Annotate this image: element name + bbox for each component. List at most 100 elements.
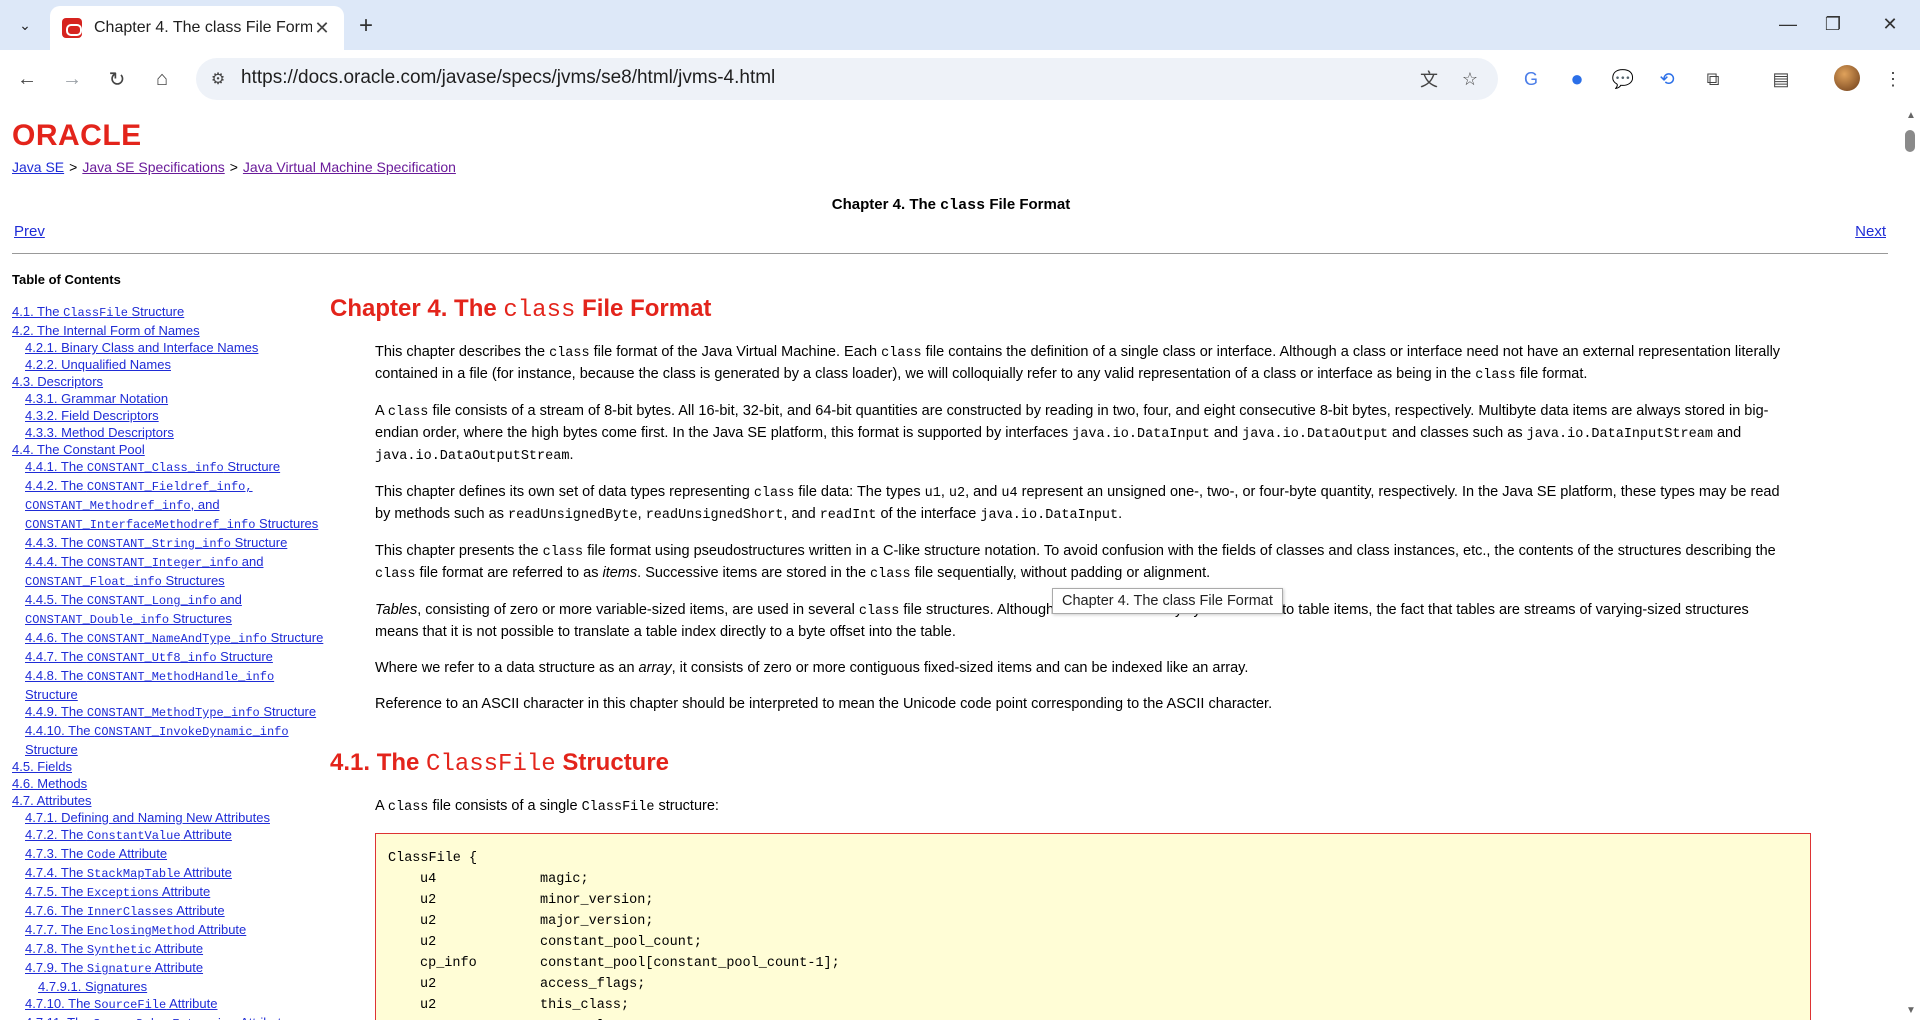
oracle-logo[interactable]: ORACLE xyxy=(12,119,142,153)
toc-link[interactable]: 4.2.2. Unqualified Names xyxy=(12,356,332,373)
toc-link[interactable]: 4.7.2. The ConstantValue Attribute xyxy=(12,826,332,845)
new-tab-button[interactable]: + xyxy=(352,12,380,40)
toc-link[interactable]: CONSTANT_Float_info Structures xyxy=(12,572,332,591)
body-paragraph: A class file consists of a stream of 8-b… xyxy=(375,403,1769,464)
section-paragraph: A class file consists of a single ClassF… xyxy=(375,798,719,815)
bookmark-star-icon[interactable]: ☆ xyxy=(1457,66,1483,92)
classfile-code-block: ClassFile { u4 magic; u2 minor_version; u2 ma… xyxy=(375,833,1811,1020)
chapter-title: Chapter 4. The class File Format xyxy=(330,295,712,324)
code-line: cp_info constant_pool[constant_pool_count… xyxy=(420,956,840,971)
toc-link[interactable]: 4.7.8. The Synthetic Attribute xyxy=(12,940,332,959)
breadcrumb-java-se[interactable]: Java SE xyxy=(12,159,64,175)
toc-link[interactable]: 4.7.7. The EnclosingMethod Attribute xyxy=(12,921,332,940)
toc-link[interactable]: Structure xyxy=(12,741,332,758)
toc-link[interactable]: 4.2. The Internal Form of Names xyxy=(12,322,332,339)
site-info-icon[interactable]: ⚙ xyxy=(206,67,230,91)
scroll-down-icon[interactable]: ▼ xyxy=(1904,1005,1918,1017)
code-line: ClassFile { xyxy=(388,851,478,866)
minimize-button[interactable]: — xyxy=(1766,8,1810,40)
toc-link[interactable]: 4.4.8. The CONSTANT_MethodHandle_info xyxy=(12,667,332,686)
section-title-4-1: 4.1. The ClassFile Structure xyxy=(330,749,670,778)
tab-close-icon[interactable]: ✕ xyxy=(312,18,332,38)
oracle-favicon-icon xyxy=(62,18,82,38)
scrollbar-thumb[interactable] xyxy=(1905,130,1915,152)
main-content: Chapter 4. The class File Format This ch… xyxy=(330,295,1811,1020)
intro-paragraphs: This chapter describes the class file fo… xyxy=(330,342,1800,715)
breadcrumb: Java SE > Java SE Specifications > Java Virt… xyxy=(12,159,456,175)
toc-link[interactable]: 4.7.5. The Exceptions Attribute xyxy=(12,883,332,902)
toc-link[interactable]: 4.4.4. The CONSTANT_Integer_info and xyxy=(12,553,332,572)
toc-link[interactable]: 4.4.3. The CONSTANT_String_info Structur… xyxy=(12,534,332,553)
code-line: u2 constant_pool_count; xyxy=(420,935,703,950)
tab-search-chevron-icon[interactable]: ⌄ xyxy=(8,10,42,40)
toc-link[interactable]: 4.1. The ClassFile Structure xyxy=(12,303,332,322)
tab-strip: ⌄ Chapter 4. The class File Form ✕ + — ❐… xyxy=(0,0,1920,50)
toc-link[interactable]: 4.4.7. The CONSTANT_Utf8_info Structure xyxy=(12,648,332,667)
code-line: u2 minor_version; xyxy=(420,893,654,908)
toc-link[interactable]: 4.3.1. Grammar Notation xyxy=(12,390,332,407)
page-viewport: ORACLE Java SE > Java SE Specifications > Ja… xyxy=(0,105,1902,1020)
reload-icon[interactable]: ↻ xyxy=(100,62,134,96)
code-line: u2 major_version; xyxy=(420,914,654,929)
toc-link[interactable]: CONSTANT_Double_info Structures xyxy=(12,610,332,629)
toc-link[interactable]: 4.7.10. The SourceFile Attribute xyxy=(12,995,332,1014)
toc-link[interactable]: 4.3.3. Method Descriptors xyxy=(12,424,332,441)
extensions-puzzle-icon[interactable]: ⧉ xyxy=(1698,64,1728,94)
body-paragraph: Reference to an ASCII character in this … xyxy=(375,696,1273,712)
toc-link[interactable]: 4.4.9. The CONSTANT_MethodType_info Stru… xyxy=(12,703,332,722)
toc-link[interactable]: 4.7.11. The SourceDebugExtension Attribu… xyxy=(12,1014,332,1020)
breadcrumb-jvm-specification[interactable]: Java Virtual Machine Specification xyxy=(243,159,456,175)
active-tab[interactable]: Chapter 4. The class File Form ✕ xyxy=(50,6,344,50)
share-extension-icon[interactable]: ⟲ xyxy=(1652,64,1682,94)
toc-link[interactable]: Structure xyxy=(12,686,332,703)
toc-link[interactable]: 4.7. Attributes xyxy=(12,792,332,809)
toc-link[interactable]: 4.7.9.1. Signatures xyxy=(12,978,332,995)
back-arrow-icon[interactable]: ← xyxy=(10,62,44,96)
toc-link[interactable]: 4.4.6. The CONSTANT_NameAndType_info Str… xyxy=(12,629,332,648)
code-line: u4 magic; xyxy=(420,872,589,887)
toc-link[interactable]: 4.7.6. The InnerClasses Attribute xyxy=(12,902,332,921)
toc-link[interactable]: 4.4.2. The CONSTANT_Fieldref_info, xyxy=(12,477,332,496)
code-line: u2super_class; xyxy=(388,1016,1798,1020)
toc-link[interactable]: 4.2.1. Binary Class and Interface Names xyxy=(12,339,332,356)
home-icon[interactable]: ⌂ xyxy=(145,62,179,96)
chat-extension-icon[interactable]: 💬 xyxy=(1608,64,1638,94)
toc-link[interactable]: 4.4.10. The CONSTANT_InvokeDynamic_info xyxy=(12,722,332,741)
chapter-header: Chapter 4. The class File Format xyxy=(831,196,1071,214)
toc-title: Table of Contents xyxy=(12,272,121,287)
toc-link[interactable]: 4.4.1. The CONSTANT_Class_info Structure xyxy=(12,458,332,477)
reading-list-icon[interactable]: ▤ xyxy=(1766,64,1796,94)
body-paragraph: This chapter presents the class file for… xyxy=(375,543,1776,582)
toc-link[interactable]: 4.3. Descriptors xyxy=(12,373,332,390)
blue-dot-extension-icon[interactable]: ● xyxy=(1562,64,1592,94)
body-paragraph: Where we refer to a data structure as an… xyxy=(375,660,1249,676)
breadcrumb-java-se-specifications[interactable]: Java SE Specifications xyxy=(82,159,224,175)
toc-link[interactable]: 4.4. The Constant Pool xyxy=(12,441,332,458)
google-translate-extension-icon[interactable]: G xyxy=(1516,64,1546,94)
restore-button[interactable]: ❐ xyxy=(1811,8,1855,40)
prev-link[interactable]: Prev xyxy=(14,223,45,240)
toc-link[interactable]: 4.4.5. The CONSTANT_Long_info and xyxy=(12,591,332,610)
url-text[interactable]: https://docs.oracle.com/javase/specs/jvm… xyxy=(241,67,775,89)
toc-link[interactable]: 4.6. Methods xyxy=(12,775,332,792)
toc-link[interactable]: 4.7.9. The Signature Attribute xyxy=(12,959,332,978)
profile-avatar[interactable] xyxy=(1834,65,1860,91)
forward-arrow-icon[interactable]: → xyxy=(55,62,89,96)
toc-link[interactable]: 4.7.3. The Code Attribute xyxy=(12,845,332,864)
next-link[interactable]: Next xyxy=(1855,223,1886,240)
toc-link[interactable]: 4.3.2. Field Descriptors xyxy=(12,407,332,424)
page-scrollbar[interactable] xyxy=(1902,105,1920,1020)
title-tooltip: Chapter 4. The class File Format xyxy=(1052,588,1283,614)
toc-link[interactable]: 4.5. Fields xyxy=(12,758,332,775)
table-of-contents: 4.1. The ClassFile Structure 4.2. The Int… xyxy=(12,303,332,1020)
toc-link[interactable]: 4.7.1. Defining and Naming New Attribute… xyxy=(12,809,332,826)
scroll-up-icon[interactable]: ▲ xyxy=(1904,110,1918,122)
code-line: u2 access_flags; xyxy=(420,977,646,992)
browser-menu-icon[interactable]: ⋮ xyxy=(1878,64,1908,94)
close-window-button[interactable]: ✕ xyxy=(1868,8,1912,40)
toc-link[interactable]: CONSTANT_InterfaceMethodref_info Structu… xyxy=(12,515,332,534)
body-paragraph: This chapter defines its own set of data… xyxy=(375,484,1780,523)
toc-link[interactable]: 4.7.4. The StackMapTable Attribute xyxy=(12,864,332,883)
translate-icon[interactable]: 文 xyxy=(1416,66,1442,92)
toc-link[interactable]: CONSTANT_Methodref_info, and xyxy=(12,496,332,515)
